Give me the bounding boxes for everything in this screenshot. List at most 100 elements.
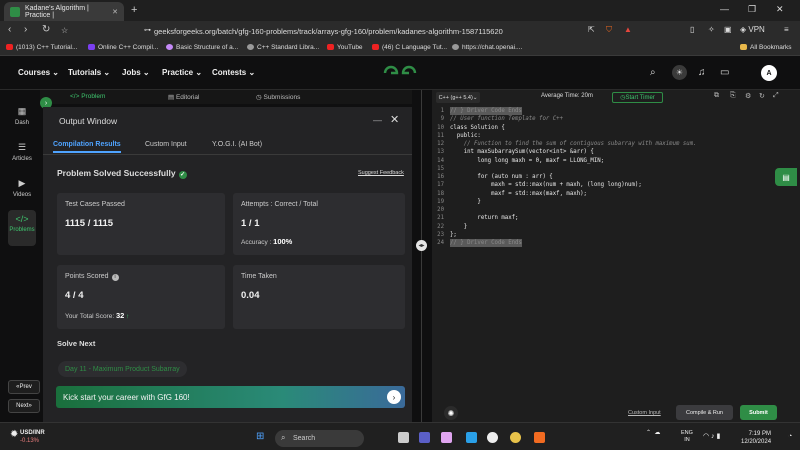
code-line[interactable]: 17 maxh = std::max(num + maxh, (long lon… (432, 181, 800, 189)
start-timer-button[interactable]: ◷ Start Timer (612, 92, 663, 103)
code-line[interactable]: 24 // } Driver Code Ends (432, 239, 800, 248)
panel-splitter[interactable]: ◂▸ (412, 90, 432, 422)
gfg160-banner[interactable]: Kick start your career with GfG 160! › (56, 386, 405, 408)
suggest-feedback-link[interactable]: Suggest Feedback (358, 170, 404, 176)
close-output-icon[interactable]: ✕ (390, 113, 399, 126)
rail-item-videos[interactable]: ▶ Videos (8, 174, 36, 210)
code-line[interactable]: 13 int maxSubarraySum(vector<int> &arr) … (432, 148, 800, 156)
bookmark-icon[interactable]: ▭ (720, 67, 729, 78)
tab-custom-input[interactable]: Custom Input (145, 141, 187, 148)
arrow-right-icon[interactable]: › (387, 390, 401, 404)
brave-icon[interactable] (534, 432, 545, 443)
code-line[interactable]: 19 } (432, 198, 800, 206)
chat-icon[interactable]: ▤ (775, 168, 797, 186)
code-line[interactable]: 12 // Function to find the sum of contig… (432, 140, 800, 148)
github-icon[interactable] (487, 432, 498, 443)
edge-icon[interactable] (466, 432, 477, 443)
drag-handle-icon[interactable]: ◂▸ (416, 240, 427, 251)
browser-tab[interactable]: Kadane's Algorithm | Practice | ✕ (4, 2, 124, 21)
reload-icon[interactable]: ↻ (42, 24, 50, 35)
code-line[interactable]: 15 (432, 165, 800, 173)
compile-run-button[interactable]: Compile & Run (676, 405, 733, 420)
code-line[interactable]: 21 return maxf; (432, 214, 800, 222)
bookmark-item[interactable]: Basic Structure of a... (166, 44, 238, 51)
gfg-logo-icon[interactable] (383, 65, 417, 81)
rail-item-problems[interactable]: </> Problems (8, 210, 36, 246)
code-line[interactable]: 1 // } Driver Code Ends (432, 107, 800, 116)
system-tray[interactable]: ⌃ ☁ (646, 429, 660, 436)
notification-icon[interactable]: ◔ (788, 433, 792, 440)
all-bookmarks[interactable]: All Bookmarks (740, 44, 792, 51)
menu-contests[interactable]: Contests ⌄ (212, 68, 255, 77)
taskbar-search[interactable]: ⌕ Search (275, 430, 364, 447)
code-line[interactable]: 23}; (432, 231, 800, 239)
menu-courses[interactable]: Courses ⌄ (18, 68, 59, 77)
copy-icon[interactable]: ⧉ (714, 92, 719, 100)
bookmark-item[interactable]: YouTube (327, 44, 363, 51)
fullscreen-icon[interactable]: ⤢ (773, 92, 779, 100)
bookmark-item[interactable]: Online C++ Compil... (88, 44, 158, 51)
tab-problem[interactable]: </> Problem (70, 93, 105, 100)
minimize-output-icon[interactable]: — (373, 115, 382, 125)
menu-practice[interactable]: Practice ⌄ (162, 68, 202, 77)
code-line[interactable]: 18 maxf = std::max(maxf, maxh); (432, 190, 800, 198)
menu-icon[interactable]: ≡ (784, 25, 789, 34)
url-input[interactable]: ⊶ geeksforgeeks.org/batch/gfg-160-proble… (140, 23, 580, 39)
search-icon[interactable]: ⌕ (650, 67, 656, 78)
windows-start-icon[interactable]: ⊞ (256, 431, 264, 442)
sidebar-icon[interactable]: ▯ (690, 25, 694, 34)
language-select[interactable]: C++ (g++ 5.4) ⌄ (436, 92, 480, 103)
menu-tutorials[interactable]: Tutorials ⌄ (68, 68, 110, 77)
code-line[interactable]: 20 (432, 206, 800, 214)
code-line[interactable]: 10 class Solution { (432, 124, 800, 132)
prev-button[interactable]: « Prev (8, 380, 40, 394)
maximize-icon[interactable]: ❐ (748, 4, 756, 15)
back-icon[interactable]: ‹ (8, 24, 11, 35)
file-explorer-icon[interactable] (398, 432, 409, 443)
stock-widget[interactable]: ✹ USD/INR -0.13% (8, 429, 45, 445)
share-icon[interactable]: ⇱ (588, 25, 595, 34)
tab-submissions[interactable]: ◷ Submissions (256, 93, 300, 101)
bell-icon[interactable]: ♫ (698, 67, 706, 78)
reset-icon[interactable]: ↻ (759, 92, 765, 100)
custom-input-link[interactable]: Custom Input (628, 410, 661, 416)
code-line[interactable]: 22 } (432, 223, 800, 231)
settings-icon[interactable]: ⚙ (745, 92, 751, 100)
bookmark-item[interactable]: C++ Standard Libra... (247, 44, 319, 51)
code-line[interactable]: 11 public: (432, 132, 800, 140)
teams-icon[interactable] (419, 432, 430, 443)
code-line[interactable]: 9 // User function Template for C++ (432, 115, 800, 123)
brave-rewards-icon[interactable]: ▲ (624, 25, 632, 34)
code-area[interactable]: 1 // } Driver Code Ends 9 // User function … (432, 107, 800, 248)
bookmark-item[interactable]: https://chat.openai.... (452, 44, 522, 51)
rail-item-articles[interactable]: ☰ Articles (8, 138, 36, 174)
tab-compilation-results[interactable]: Compilation Results (53, 141, 121, 153)
extensions-icon[interactable]: ✧ (708, 25, 715, 34)
site-info-icon[interactable]: ⊶ (144, 26, 151, 34)
forward-icon[interactable]: › (24, 24, 27, 35)
vpn-icon[interactable]: ◈ VPN (740, 25, 765, 34)
avatar[interactable]: A (761, 65, 777, 81)
close-window-icon[interactable]: ✕ (776, 4, 784, 15)
info-icon[interactable]: i (111, 273, 119, 281)
new-tab-icon[interactable]: + (131, 4, 137, 16)
bookmark-item[interactable]: (1013) C++ Tutorial... (6, 44, 77, 51)
wifi-icon[interactable]: ◠ ♪ ▮ (703, 432, 720, 440)
menu-jobs[interactable]: Jobs ⌄ (122, 68, 150, 77)
tab-yogi-ai-bot[interactable]: Y.O.G.I. (AI Bot) (212, 141, 262, 148)
wallet-icon[interactable]: ▣ (724, 25, 732, 34)
theme-toggle-icon[interactable]: ☀ (672, 65, 687, 80)
bookmark-item[interactable]: (46) C Language Tut... (372, 44, 447, 51)
format-icon[interactable]: ⎘ (730, 92, 736, 100)
copilot-icon[interactable] (441, 432, 452, 443)
code-line[interactable]: 14 long long maxh = 0, maxf = LLONG_MIN; (432, 157, 800, 165)
submit-button[interactable]: Submit (740, 405, 777, 420)
next-problem-chip[interactable]: Day 11 - Maximum Product Subarray (58, 361, 187, 377)
clock[interactable]: 7:19 PM 12/20/2024 (741, 430, 771, 446)
chrome-icon[interactable] (510, 432, 521, 443)
input-language[interactable]: ENG IN (681, 430, 693, 444)
next-button[interactable]: Next » (8, 399, 40, 413)
minimize-icon[interactable]: — (720, 4, 729, 14)
code-line[interactable]: 16 for (auto num : arr) { (432, 173, 800, 181)
tab-editorial[interactable]: ▤ Editorial (168, 93, 199, 101)
